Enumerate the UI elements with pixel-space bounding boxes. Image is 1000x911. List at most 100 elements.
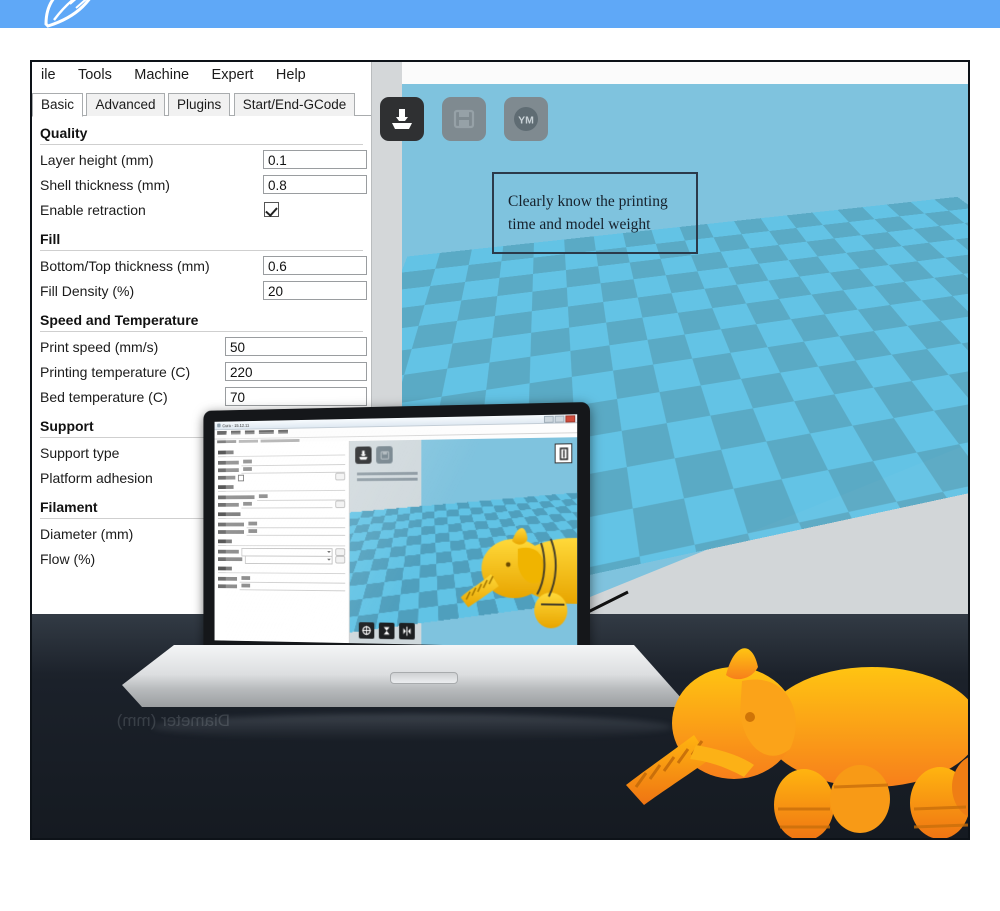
mini-save-toolpath-button[interactable] [376,446,393,464]
laptop-lid: Cura - 15.12.11 [203,402,591,662]
mini-3d-viewport[interactable] [348,437,578,648]
tab-advanced[interactable]: Advanced [86,93,165,116]
mini-cura-app: Cura - 15.12.11 [214,414,578,648]
mini-row-flow[interactable] [218,582,346,592]
printed-elephant [626,648,968,838]
mini-row-print-speed[interactable] [218,520,346,529]
mini-maximize-button[interactable] [554,415,565,423]
mini-checkbox[interactable] [237,474,245,481]
mini-menu-item[interactable] [244,430,255,435]
settings-tabs[interactable]: Basic Advanced Plugins Start/End-GCode [32,92,371,117]
leaf-logo-icon [44,0,91,28]
setting-row-layer-height[interactable]: Layer height (mm) 0.1 [40,147,367,172]
mini-row-temperature[interactable] [218,528,346,536]
menu-item-expert[interactable]: Expert [203,67,263,83]
label-enable-retraction: Enable retraction [40,201,146,218]
menu-bar[interactable]: ile Tools Machine Expert Help [32,62,371,92]
load-model-button[interactable] [380,97,424,141]
mini-view-mode-button[interactable] [554,443,573,464]
callout-box: Clearly know the printing time and model… [492,172,698,254]
save-toolpath-icon [379,450,389,461]
section-title-fill: Fill [40,231,363,251]
label-support-type: Support type [40,444,120,461]
label-print-speed: Print speed (mm/s) [40,338,159,355]
mini-toolbar[interactable] [355,446,393,464]
checkbox-enable-retraction[interactable] [264,202,279,217]
tab-plugins[interactable]: Plugins [167,93,231,116]
mini-body [214,437,578,648]
mini-divider [218,572,346,575]
load-model-icon [359,450,368,460]
mini-close-button[interactable] [565,414,576,422]
mini-hint-text [356,468,418,482]
mini-section-support [218,539,232,544]
scale-tool-button[interactable] [378,622,395,640]
input-fill-density[interactable]: 20 [263,281,367,300]
save-toolpath-icon [453,109,475,129]
menu-item-tools[interactable]: Tools [69,67,121,83]
setting-row-enable-retraction[interactable]: Enable retraction [40,197,367,222]
mini-label [218,502,239,507]
input-layer-height[interactable]: 0.1 [263,150,367,169]
mini-minimize-button[interactable] [543,415,554,423]
mini-input[interactable] [241,500,333,509]
input-shell-thickness[interactable]: 0.8 [263,175,367,194]
setting-row-shell-thickness[interactable]: Shell thickness (mm) 0.8 [40,172,367,197]
input-printing-temperature[interactable]: 220 [225,362,367,381]
mini-input[interactable] [246,520,346,529]
callout-line-2: time and model weight [508,216,651,233]
mini-row-platform-adhesion[interactable] [218,555,346,564]
mini-menu-item[interactable] [258,430,274,435]
mini-help-icon[interactable] [335,472,346,481]
mini-load-model-button[interactable] [355,446,372,464]
tab-basic[interactable]: Basic [32,93,84,117]
setting-row-print-speed[interactable]: Print speed (mm/s) 50 [40,334,367,359]
mini-input[interactable] [239,582,346,592]
mini-help-icon[interactable] [335,548,346,556]
mini-row-fill-density[interactable] [218,500,346,509]
mini-input[interactable] [246,528,346,536]
mini-elephant-model[interactable] [459,519,578,638]
mini-input[interactable] [241,465,346,474]
save-toolpath-button[interactable] [442,97,486,141]
mini-section-fill [218,485,234,490]
mini-app-icon [217,423,221,428]
ym-share-icon: YM [514,107,538,131]
label-layer-height: Layer height (mm) [40,151,154,168]
mini-select[interactable] [244,555,333,564]
scene-toolbar[interactable]: YM [380,97,548,141]
rotate-tool-button[interactable] [358,622,375,639]
tab-start-end-gcode[interactable]: Start/End-GCode [233,93,356,116]
menu-item-help[interactable]: Help [267,67,315,83]
rotate-tool-icon [362,625,372,636]
ym-share-button[interactable]: YM [504,97,548,141]
setting-row-printing-temperature[interactable]: Printing temperature (C) 220 [40,359,367,384]
mini-row-shell-thickness[interactable] [218,465,346,474]
menu-item-file[interactable]: ile [32,67,65,83]
menu-item-machine[interactable]: Machine [125,67,198,83]
mini-model-tools[interactable] [358,622,415,640]
mini-divider [218,517,346,519]
setting-row-fill-density[interactable]: Fill Density (%) 20 [40,278,367,303]
scale-tool-icon [383,626,390,635]
mini-window-buttons[interactable] [543,414,577,423]
mirror-tool-button[interactable] [399,622,415,640]
mini-section-speed [218,512,241,517]
label-bottom-top-thickness: Bottom/Top thickness (mm) [40,257,210,274]
mini-menu-item[interactable] [217,430,227,435]
mini-menu-item[interactable] [230,430,241,435]
mini-menu-item[interactable] [278,429,288,434]
mini-section-filament [218,566,232,571]
mini-divider [218,489,346,492]
input-print-speed[interactable]: 50 [225,337,367,356]
input-bottom-top-thickness[interactable]: 0.6 [263,256,367,275]
laptop-screen: Cura - 15.12.11 [214,414,578,648]
mini-settings-panel [214,441,349,644]
section-title-speed-temperature: Speed and Temperature [40,312,363,332]
mini-help-icon[interactable] [335,555,346,564]
callout-line-1: Clearly know the printing [508,193,668,210]
mini-row-retraction[interactable] [218,472,346,482]
artwork-frame: ile Tools Machine Expert Help Basic Adva… [30,60,970,840]
setting-row-bottom-top-thickness[interactable]: Bottom/Top thickness (mm) 0.6 [40,253,367,278]
mini-help-icon[interactable] [335,500,346,509]
